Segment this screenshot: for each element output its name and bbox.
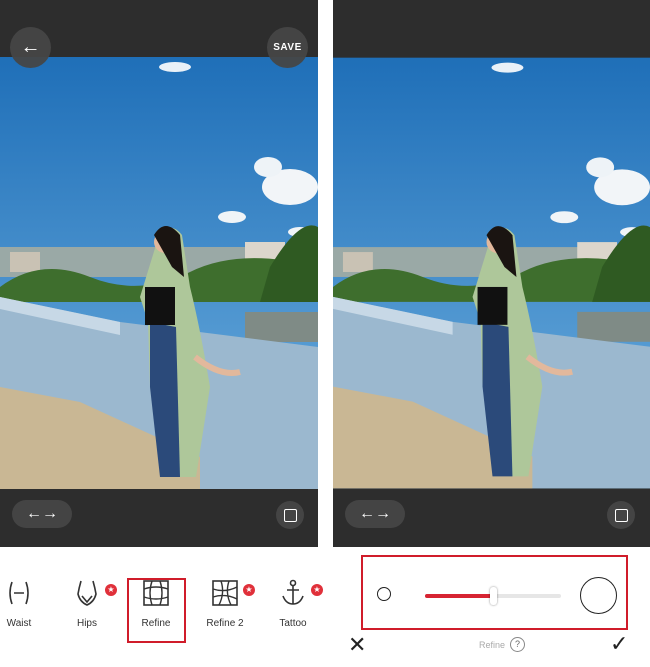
brush-size-control bbox=[361, 555, 628, 630]
before-after-compare-button[interactable]: ←→ bbox=[12, 500, 72, 528]
left-editor-panel: ← SAVE ←→ bbox=[0, 0, 318, 667]
current-tool-name: Refine bbox=[479, 640, 506, 650]
tool-label: Hips bbox=[76, 618, 97, 629]
compare-arrows-icon: ←→ bbox=[26, 505, 58, 522]
cancel-button[interactable]: ✕ bbox=[348, 632, 366, 658]
back-arrow-icon: ← bbox=[20, 36, 41, 58]
photo-canvas[interactable] bbox=[333, 57, 650, 489]
premium-star-badge: ★ bbox=[105, 584, 117, 596]
tool-label: Tattoo bbox=[279, 618, 307, 629]
tool-label: Waist bbox=[6, 618, 32, 629]
selected-tool-highlight bbox=[127, 578, 186, 643]
slider-fill bbox=[425, 594, 493, 598]
min-brush-size-icon bbox=[377, 587, 391, 601]
compare-split-icon bbox=[283, 508, 297, 522]
split-view-button[interactable] bbox=[607, 501, 635, 529]
premium-star-badge: ★ bbox=[311, 584, 323, 596]
slider-thumb[interactable] bbox=[490, 587, 497, 605]
confirm-button[interactable]: ✓ bbox=[610, 631, 628, 657]
bottom-action-bar: ✕ Refine ? ✓ bbox=[333, 630, 650, 667]
compare-split-icon bbox=[614, 508, 628, 522]
premium-star-badge: ★ bbox=[243, 584, 255, 596]
compare-arrows-icon: ←→ bbox=[359, 505, 391, 522]
before-after-compare-button[interactable]: ←→ bbox=[345, 500, 405, 528]
help-icon[interactable]: ? bbox=[510, 637, 525, 652]
waist-icon bbox=[0, 578, 49, 608]
brush-size-slider[interactable] bbox=[425, 587, 561, 605]
save-button[interactable]: SAVE bbox=[267, 27, 308, 68]
back-button[interactable]: ← bbox=[10, 27, 51, 68]
tool-waist[interactable]: Waist bbox=[0, 578, 49, 629]
split-view-button[interactable] bbox=[276, 501, 304, 529]
max-brush-size-icon bbox=[580, 577, 617, 614]
tool-label: Refine 2 bbox=[206, 618, 244, 629]
photo-canvas[interactable] bbox=[0, 57, 318, 489]
